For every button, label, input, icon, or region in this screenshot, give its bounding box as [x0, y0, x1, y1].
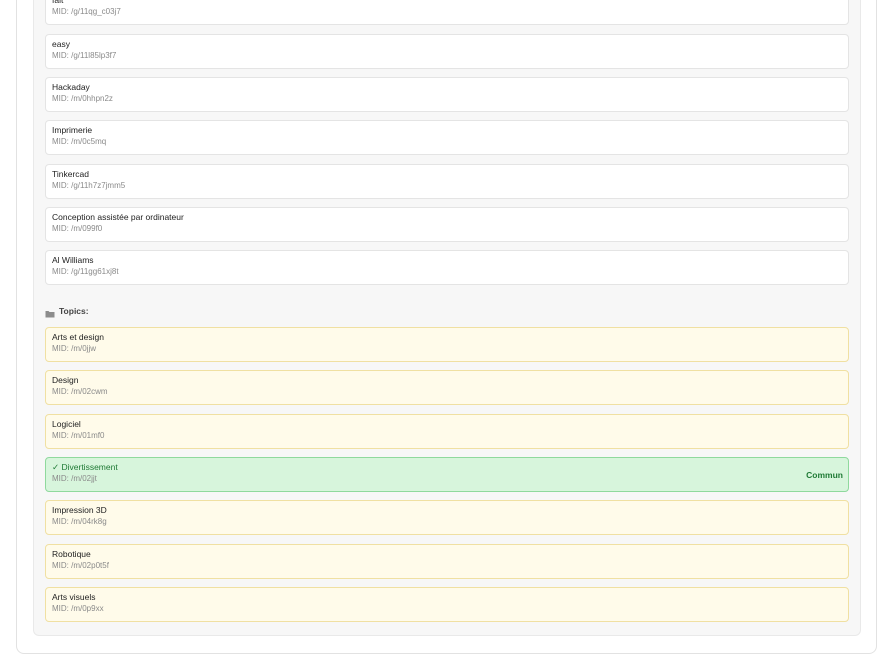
topic-name: Logiciel	[52, 419, 81, 429]
topic-name: Robotique	[52, 549, 91, 559]
topics-header: Topics:	[45, 304, 89, 318]
topic-name: Impression 3D	[52, 505, 107, 515]
topic-name: Design	[52, 375, 79, 385]
entity-item[interactable]: Conception assistée par ordinateur MID: …	[45, 207, 849, 242]
topic-item[interactable]: Design MID: /m/02cwm	[45, 370, 849, 405]
entity-name: Conception assistée par ordinateur	[52, 212, 184, 222]
topic-name: ✓ Divertissement	[52, 462, 118, 472]
topic-item[interactable]: Arts et design MID: /m/0jjw	[45, 327, 849, 362]
topic-item[interactable]: Robotique MID: /m/02p0t5f	[45, 544, 849, 579]
topic-item[interactable]: Impression 3D MID: /m/04rk8g	[45, 500, 849, 535]
entity-name: Al Williams	[52, 255, 94, 265]
entity-mid: MID: /g/11qg_c03j7	[52, 7, 121, 16]
topic-mid: MID: /m/0jjw	[52, 344, 96, 353]
entity-mid: MID: /g/11l85lp3f7	[52, 51, 117, 60]
entity-mid: MID: /g/11h7z7jmm5	[52, 181, 126, 190]
entity-mid: MID: /m/0hhpn2z	[52, 94, 113, 103]
entity-item[interactable]: Tinkercad MID: /g/11h7z7jmm5	[45, 164, 849, 199]
topic-item[interactable]: Logiciel MID: /m/01mf0	[45, 414, 849, 449]
common-badge: Commun	[806, 470, 843, 480]
entity-item[interactable]: Hackaday MID: /m/0hhpn2z	[45, 77, 849, 112]
entity-name: fait	[52, 0, 64, 5]
entity-mid: MID: /g/11gg61xj8t	[52, 267, 119, 276]
entity-item[interactable]: Imprimerie MID: /m/0c5mq	[45, 120, 849, 155]
entity-item[interactable]: fait MID: /g/11qg_c03j7	[45, 0, 849, 25]
topic-mid: MID: /m/02cwm	[52, 387, 108, 396]
folder-icon	[45, 306, 55, 318]
entity-name: Hackaday	[52, 82, 90, 92]
topic-mid: MID: /m/04rk8g	[52, 517, 107, 526]
entity-name: Tinkercad	[52, 169, 90, 179]
topic-mid: MID: /m/01mf0	[52, 431, 105, 440]
topic-mid: MID: /m/0p9xx	[52, 604, 104, 613]
entity-item[interactable]: Al Williams MID: /g/11gg61xj8t	[45, 250, 849, 285]
entity-item[interactable]: easy MID: /g/11l85lp3f7	[45, 34, 849, 69]
entity-name: easy	[52, 39, 70, 49]
topic-mid: MID: /m/02p0t5f	[52, 561, 109, 570]
topic-item[interactable]: Arts visuels MID: /m/0p9xx	[45, 587, 849, 622]
topic-item-common[interactable]: ✓ Divertissement MID: /m/02jjt Commun	[45, 457, 849, 492]
entity-mid: MID: /m/0c5mq	[52, 137, 107, 146]
entity-mid: MID: /m/099f0	[52, 224, 103, 233]
topics-label: Topics:	[59, 306, 89, 316]
entity-name: Imprimerie	[52, 125, 93, 135]
topic-mid: MID: /m/02jjt	[52, 474, 97, 483]
topic-name: Arts visuels	[52, 592, 96, 602]
topic-name: Arts et design	[52, 332, 104, 342]
